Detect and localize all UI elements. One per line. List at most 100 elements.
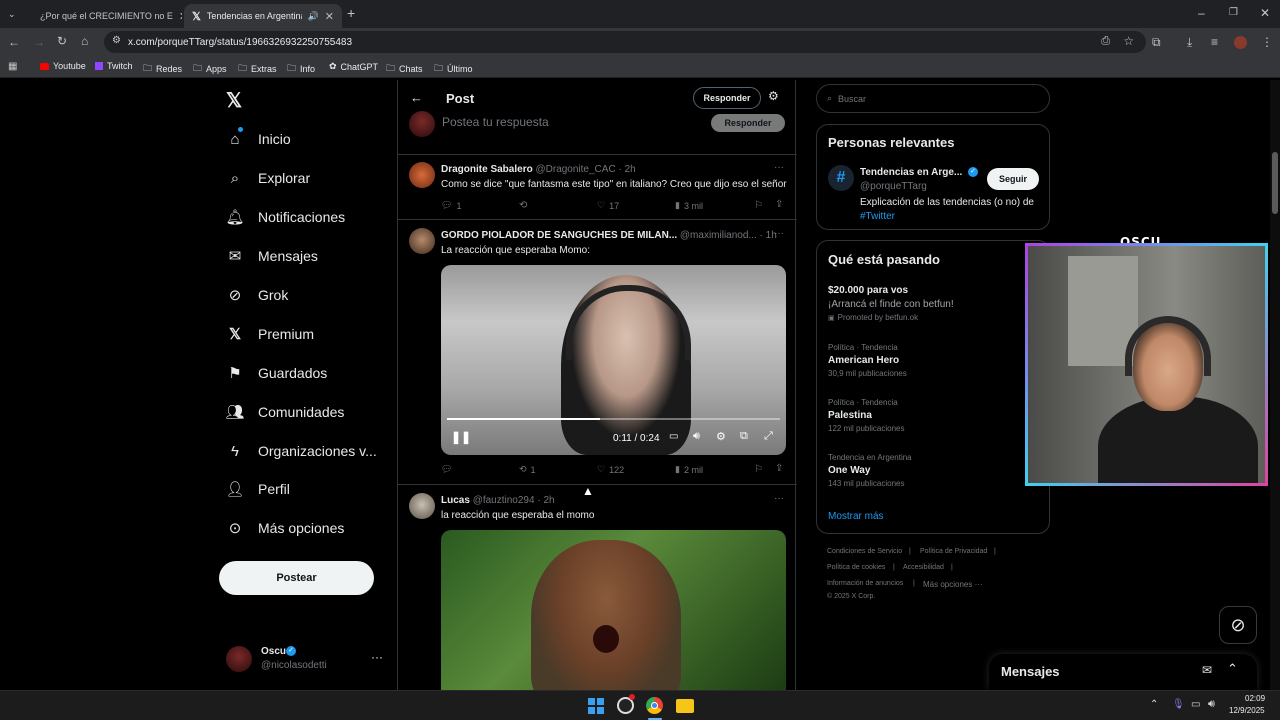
pip-icon[interactable]: ⧉ [740, 430, 748, 443]
reply-action[interactable]: 💬︎ 1 [441, 200, 461, 211]
tweet-time[interactable]: · 2h [618, 164, 635, 175]
footer-link[interactable]: Condiciones de Servicio [827, 548, 902, 555]
author-name[interactable]: Lucas [441, 495, 470, 506]
clock-time[interactable]: 02:09 [1245, 694, 1265, 703]
reload-icon[interactable]: ↻ [57, 35, 67, 47]
fullscreen-icon[interactable]: ⤢ [764, 430, 773, 443]
site-info-icon[interactable]: ⚙ [112, 35, 121, 46]
back-icon[interactable]: ← [8, 36, 20, 48]
pause-icon[interactable]: ❚❚ [451, 430, 471, 444]
video-progress-track[interactable] [447, 418, 780, 420]
like-action[interactable]: ♡ 122 [597, 464, 624, 475]
close-window-icon[interactable]: ✕ [1260, 7, 1270, 19]
post-button[interactable]: Postear [219, 561, 374, 595]
relevant-name[interactable]: Tendencias en Arge... [860, 167, 962, 178]
author-handle[interactable]: @maximilianod... [680, 230, 757, 241]
hashtag-avatar-icon[interactable]: # [828, 165, 854, 191]
new-message-icon[interactable]: ✉ [1202, 663, 1212, 677]
bookmark-chatgpt[interactable]: ✿ ChatGPT [329, 61, 378, 72]
nav-item-communities[interactable]: 👥︎ Comunidades [225, 403, 344, 421]
tweet-3[interactable]: Lucas @fauztino294 · 2h ··· la reacción … [398, 485, 797, 690]
volume-icon[interactable]: 🔊︎ [1208, 698, 1215, 711]
file-explorer-icon[interactable] [676, 699, 694, 713]
footer-link[interactable]: Política de cookies [827, 564, 885, 571]
nav-item-grok[interactable]: ⊘ Grok [226, 286, 289, 304]
tweet-time[interactable]: · 2h [537, 495, 554, 506]
relevant-handle[interactable]: @porqueTTarg [860, 181, 927, 192]
trend-item[interactable]: Política · Tendencia Palestina 122 mil p… [828, 398, 1038, 433]
new-tab-icon[interactable]: + [347, 6, 355, 20]
media-icon[interactable]: ≡ [1211, 36, 1218, 48]
tweet-image[interactable] [441, 530, 786, 690]
views-action[interactable]: ▮ 3 mil [675, 200, 703, 211]
browser-tab-x[interactable]: 𝕏 Tendencias en Argentina en 🔊 ✕ [184, 4, 342, 28]
audio-icon[interactable]: 🔊 [308, 11, 319, 22]
home-icon[interactable]: ⌂ [81, 35, 88, 47]
minimize-icon[interactable]: – [1198, 7, 1205, 19]
grok-floating-button[interactable]: ⊘ [1219, 606, 1257, 644]
nav-item-messages[interactable]: ✉ Mensajes [226, 247, 318, 265]
share-icon[interactable]: ⇪ [775, 463, 783, 474]
nav-item-notifications[interactable]: 🔔︎ Notificaciones [225, 208, 345, 226]
download-icon[interactable]: ⤓ [1187, 36, 1192, 48]
author-handle[interactable]: @Dragonite_CAC [535, 164, 615, 175]
compose-reply-button[interactable]: Responder [711, 114, 785, 132]
back-arrow-icon[interactable]: ← [410, 90, 423, 105]
trend-item[interactable]: Tendencia en Argentina One Way 143 mil p… [828, 453, 1038, 488]
bookmark-folder-extras[interactable]: 🗀 Extras [238, 61, 277, 77]
close-tab-icon[interactable]: ✕ [179, 10, 182, 23]
expand-icon[interactable]: ⌃ [1227, 661, 1238, 677]
tweet-2[interactable]: GORDO PIOLADOR DE SANGUCHES DE MILAN... … [398, 220, 797, 554]
bookmark-icon[interactable]: ⚐ [754, 200, 763, 211]
author-name[interactable]: Dragonite Sabalero [441, 164, 533, 175]
install-icon[interactable]: ⎙ [1101, 35, 1110, 48]
bookmark-youtube[interactable]: Youtube [40, 61, 86, 71]
avatar[interactable] [409, 162, 435, 188]
reply-header-button[interactable]: Responder [693, 87, 761, 109]
messages-drawer[interactable]: Mensajes ✉ ⌃ [989, 654, 1257, 690]
settings-icon[interactable]: ⚙ [716, 430, 726, 443]
more-dots-icon[interactable]: ··· [774, 162, 784, 173]
nav-item-profile[interactable]: 👤︎ Perfil [225, 480, 289, 498]
like-action[interactable]: ♡ 17 [597, 200, 619, 211]
footer-link[interactable]: Más opciones ··· [923, 580, 983, 589]
trend-item[interactable]: Política · Tendencia American Hero 30,9 … [828, 343, 1038, 378]
bio-hashtag-link[interactable]: #Twitter [860, 211, 895, 222]
bookmark-twitch[interactable]: Twitch [95, 61, 133, 71]
author-name[interactable]: GORDO PIOLADOR DE SANGUCHES DE MILAN... [441, 230, 677, 241]
nav-item-premium[interactable]: 𝕏 Premium [226, 325, 314, 343]
windows-start-icon[interactable] [588, 698, 604, 714]
show-more-link[interactable]: Mostrar más [828, 511, 884, 522]
menu-icon[interactable]: ⋮ [1261, 36, 1273, 48]
more-dots-icon[interactable]: ··· [774, 493, 784, 504]
bookmark-icon[interactable]: ⚐ [754, 464, 763, 475]
filter-icon[interactable]: ⚙ [768, 89, 779, 103]
nav-item-bookmarks[interactable]: ⚑ Guardados [226, 364, 327, 382]
star-icon[interactable]: ☆ [1123, 34, 1134, 48]
browser-tab-youtube[interactable]: ¿Por qué el CRECIMIENTO no E ✕ [26, 4, 182, 28]
address-bar[interactable]: ⚙ x.com/porqueTTarg/status/1966326932250… [104, 31, 1146, 53]
bookmark-folder-info[interactable]: 🗀 Info [287, 61, 315, 77]
restore-icon[interactable]: ❐ [1229, 7, 1238, 19]
volume-icon[interactable]: 🔊︎ [693, 430, 700, 443]
page-scrollbar[interactable] [1270, 80, 1280, 690]
avatar[interactable] [409, 493, 435, 519]
bookmark-folder-chats[interactable]: 🗀 Chats [386, 61, 423, 77]
retweet-action[interactable]: ⟲ [519, 200, 527, 211]
reply-input[interactable]: Postea tu respuesta [442, 115, 549, 129]
nav-item-more[interactable]: ⊙ Más opciones [226, 519, 345, 537]
follow-button[interactable]: Seguir [987, 168, 1039, 190]
mic-icon[interactable]: 🎙︎ [1172, 699, 1185, 710]
views-action[interactable]: ▮ 2 mil [675, 464, 703, 475]
profile-avatar[interactable] [1234, 36, 1247, 49]
tray-chevron-icon[interactable]: ⌃ [1150, 699, 1158, 710]
close-tab-icon[interactable]: ✕ [325, 10, 334, 23]
promo-item[interactable]: $20.000 para vos ¡Arrancá el finde con b… [828, 285, 1038, 329]
search-input[interactable]: ⌕ Buscar [816, 84, 1050, 113]
bookmark-folder-apps[interactable]: 🗀 Apps [193, 61, 227, 77]
network-icon[interactable]: ▭ [1191, 699, 1200, 710]
retweet-action[interactable]: ⟲ 1 [519, 464, 536, 475]
reply-action[interactable]: 💬︎ [441, 464, 456, 475]
tweet-1[interactable]: Dragonite Sabalero @Dragonite_CAC · 2h ·… [398, 155, 797, 219]
footer-link[interactable]: Política de Privacidad [920, 548, 987, 555]
